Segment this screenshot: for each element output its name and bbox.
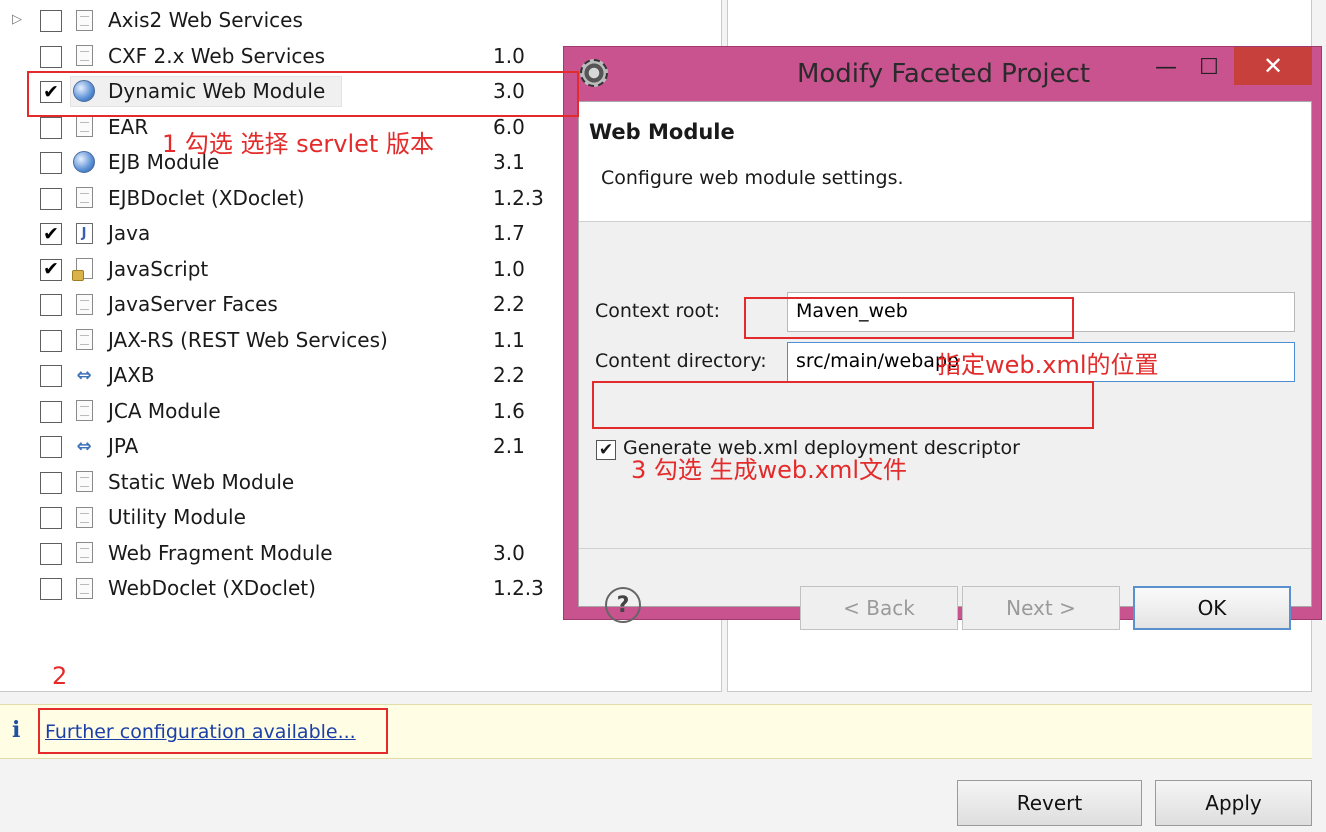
facet-name: Utility Module: [108, 505, 246, 529]
facet-version[interactable]: 1.1: [493, 328, 525, 352]
facet-version[interactable]: 3.1: [493, 150, 525, 174]
annotation-box-content-directory: [744, 297, 1074, 339]
facet-checkbox[interactable]: ✔: [40, 223, 62, 245]
facet-checkbox[interactable]: [40, 400, 62, 423]
facet-name: JCA Module: [108, 398, 221, 423]
facet-version[interactable]: 3.0: [493, 541, 525, 565]
annotation-step1: 1 勾选 选择 servlet 版本: [162, 130, 434, 158]
annotation-step3: 3 勾选 生成web.xml文件: [631, 456, 908, 484]
facet-checkbox[interactable]: [40, 471, 62, 494]
minimize-button[interactable]: —: [1146, 49, 1186, 85]
back-button[interactable]: < Back: [800, 586, 958, 630]
facet-checkbox[interactable]: [40, 45, 62, 68]
facet-version[interactable]: 2.2: [493, 292, 525, 316]
facet-version[interactable]: 1.2.3: [493, 576, 544, 600]
facet-name: JPA: [108, 434, 139, 458]
facet-row[interactable]: ▷ Axis2 Web Services: [0, 3, 700, 38]
facet-name: JAX-RS (REST Web Services): [108, 327, 388, 352]
facet-checkbox[interactable]: [40, 365, 62, 387]
document-icon: [72, 44, 96, 68]
content-directory-label: Content directory:: [595, 350, 767, 372]
facet-name: CXF 2.x Web Services: [108, 43, 326, 68]
annotation-step2: 2: [52, 662, 68, 690]
document-icon: [72, 399, 96, 423]
document-icon: [72, 8, 96, 32]
facet-checkbox[interactable]: [40, 294, 62, 316]
facet-name: JavaServer Faces: [108, 292, 278, 316]
javascript-icon: [71, 257, 96, 281]
document-icon: [72, 186, 96, 210]
ejb-module-icon: [72, 150, 96, 174]
arrows-icon: ⇔: [76, 364, 92, 386]
facet-checkbox[interactable]: [40, 542, 62, 565]
facet-name: Java: [108, 221, 151, 245]
facet-name: EAR: [108, 114, 149, 139]
context-root-label: Context root:: [595, 300, 720, 322]
close-button[interactable]: ✕: [1234, 47, 1312, 85]
annotation-webxml-location: 指定web.xml的位置: [937, 351, 1159, 379]
facet-checkbox[interactable]: [40, 187, 62, 210]
facet-checkbox[interactable]: ✔: [40, 258, 62, 281]
facet-name: Axis2 Web Services: [108, 8, 303, 32]
document-icon: [72, 505, 96, 529]
ok-button[interactable]: OK: [1133, 586, 1291, 630]
facet-checkbox[interactable]: [40, 507, 62, 529]
facet-version[interactable]: 2.2: [493, 363, 525, 387]
facet-checkbox[interactable]: [40, 116, 62, 139]
facet-version[interactable]: 1.0: [493, 44, 525, 68]
facet-name: Web Fragment Module: [108, 540, 333, 565]
document-icon: [72, 115, 96, 139]
facet-checkbox[interactable]: [40, 436, 62, 458]
dialog-header: Web Module Configure web module settings…: [579, 102, 1311, 222]
apply-button[interactable]: Apply: [1155, 780, 1312, 826]
facet-version[interactable]: 1.7: [493, 221, 525, 245]
annotation-box-further-configuration: [38, 708, 388, 754]
facet-version[interactable]: 6.0: [493, 115, 525, 139]
help-icon[interactable]: ?: [605, 587, 641, 623]
facet-version[interactable]: 1.6: [493, 399, 525, 423]
document-icon: [72, 292, 96, 316]
facet-version[interactable]: 1.2.3: [493, 186, 544, 210]
maximize-button[interactable]: ☐: [1189, 49, 1229, 85]
document-icon: [72, 470, 96, 494]
annotation-box-generate-webxml: [592, 381, 1094, 429]
facet-checkbox[interactable]: [40, 329, 62, 352]
document-icon: [72, 576, 96, 600]
annotation-box-dynamic-web-module: [27, 71, 579, 117]
facet-checkbox[interactable]: [40, 578, 62, 600]
expand-arrow-icon[interactable]: ▷: [12, 12, 22, 27]
page-description: Configure web module settings.: [601, 167, 904, 189]
facet-name: JAXB: [108, 363, 155, 387]
generate-webxml-checkbox[interactable]: ✔: [596, 440, 616, 460]
facet-checkbox[interactable]: [40, 10, 62, 32]
arrows-icon: ⇔: [76, 435, 92, 457]
divider: [579, 548, 1311, 549]
facet-checkbox[interactable]: [40, 152, 62, 174]
next-button[interactable]: Next >: [962, 586, 1120, 630]
document-icon: [72, 328, 96, 352]
java-icon: J: [72, 221, 96, 245]
revert-button[interactable]: Revert: [957, 780, 1142, 826]
facet-name: WebDoclet (XDoclet): [108, 576, 316, 600]
document-icon: [72, 541, 96, 565]
facet-version[interactable]: 1.0: [493, 257, 525, 281]
facet-version[interactable]: 2.1: [493, 434, 525, 458]
facet-name: JavaScript: [108, 256, 209, 281]
page-title: Web Module: [589, 120, 735, 144]
facet-name: EJBDoclet (XDoclet): [108, 185, 305, 210]
facet-name: Static Web Module: [108, 469, 295, 494]
info-icon: i: [12, 717, 21, 743]
